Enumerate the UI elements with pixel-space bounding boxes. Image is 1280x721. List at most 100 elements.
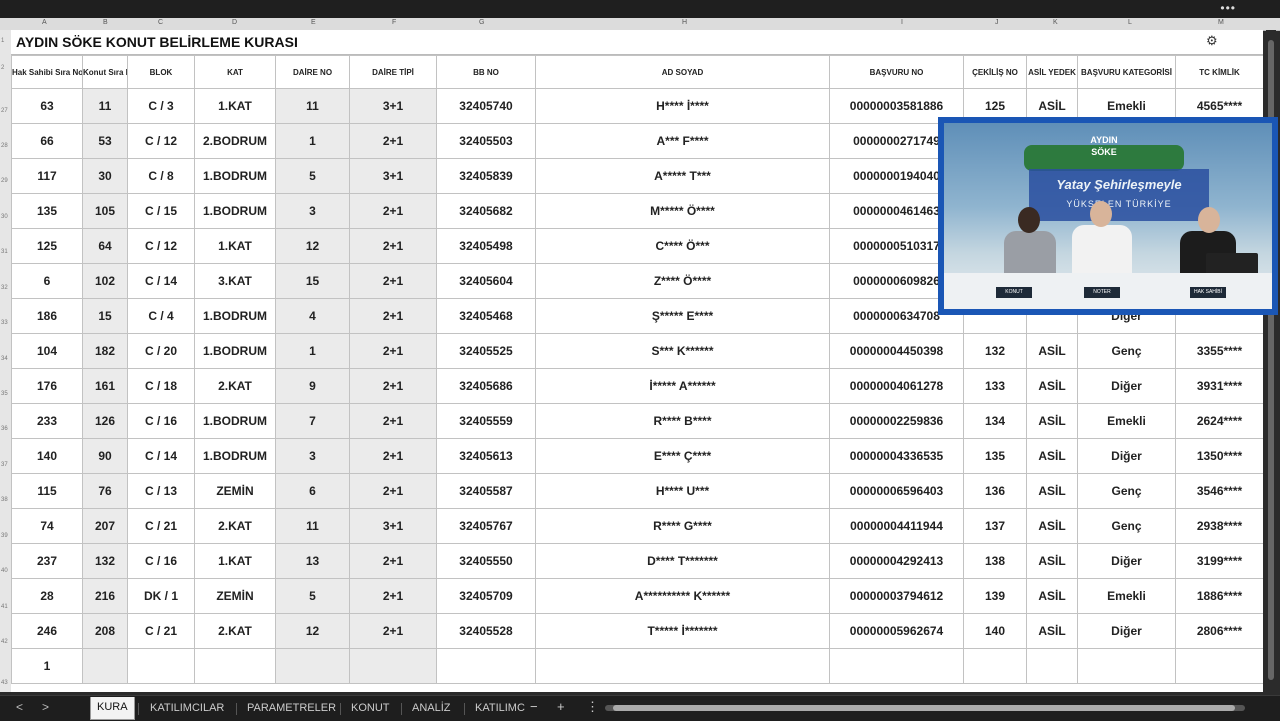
table-cell[interactable]: 1886**** [1175,578,1263,614]
table-cell[interactable]: 2+1 [349,368,437,404]
table-cell[interactable]: ZEMİN [194,473,276,509]
add-sheet-icon[interactable]: + [557,699,565,714]
table-cell[interactable]: 5 [275,158,350,194]
table-cell[interactable]: 2624**** [1175,403,1263,439]
table-cell[interactable]: C / 14 [127,438,195,474]
table-cell[interactable]: 207 [82,508,128,544]
column-header[interactable]: BAŞVURU NO [829,55,964,89]
table-cell[interactable] [436,648,536,684]
table-cell[interactable]: 2+1 [349,193,437,229]
table-cell[interactable]: 135 [11,193,83,229]
settings-gear-icon[interactable]: ⚙ [1206,33,1218,49]
table-cell[interactable]: 4 [275,298,350,334]
table-cell[interactable]: 136 [963,473,1027,509]
table-cell[interactable]: C / 13 [127,473,195,509]
table-cell[interactable]: S*** K****** [535,333,830,369]
table-cell[interactable]: 3+1 [349,508,437,544]
table-cell[interactable]: 2+1 [349,123,437,159]
table-cell[interactable]: C / 20 [127,333,195,369]
next-sheet-icon[interactable]: > [42,700,49,714]
table-cell[interactable]: 00000002259836 [829,403,964,439]
table-cell[interactable]: 1.KAT [194,543,276,579]
table-cell[interactable]: 105 [82,193,128,229]
table-cell[interactable]: H**** U*** [535,473,830,509]
table-cell[interactable]: 233 [11,403,83,439]
column-header[interactable]: BAŞVURU KATEGORİSİ [1077,55,1176,89]
table-cell[interactable]: 11 [275,88,350,124]
table-cell[interactable]: T***** İ******* [535,613,830,649]
table-cell[interactable]: 00000003794612 [829,578,964,614]
table-cell[interactable]: 00000004061278 [829,368,964,404]
table-cell[interactable]: 1.BODRUM [194,403,276,439]
table-cell[interactable]: Genç [1077,508,1176,544]
table-cell[interactable]: ASİL [1026,403,1078,439]
table-cell[interactable]: 237 [11,543,83,579]
table-cell[interactable]: C / 14 [127,263,195,299]
table-cell[interactable]: C / 18 [127,368,195,404]
table-cell[interactable]: 133 [963,368,1027,404]
table-cell[interactable]: C**** Ö*** [535,228,830,264]
column-header[interactable]: KAT [194,55,276,89]
row-number[interactable]: 35 [1,391,8,397]
column-header[interactable]: BB NO [436,55,536,89]
table-cell[interactable]: 32405468 [436,298,536,334]
table-cell[interactable]: ASİL [1026,543,1078,579]
table-cell[interactable]: 3355**** [1175,333,1263,369]
table-cell[interactable]: 115 [11,473,83,509]
column-header[interactable]: Konut Sıra No [82,55,128,89]
horizontal-scrollbar[interactable] [605,705,1245,711]
table-cell[interactable]: 1.KAT [194,228,276,264]
table-cell[interactable]: C / 4 [127,298,195,334]
table-cell[interactable]: 176 [11,368,83,404]
table-cell[interactable]: C / 15 [127,193,195,229]
table-cell[interactable]: 132 [963,333,1027,369]
table-cell[interactable]: 11 [275,508,350,544]
table-cell[interactable]: ASİL [1026,473,1078,509]
column-letter[interactable]: D [232,19,237,26]
table-cell[interactable]: 1.BODRUM [194,158,276,194]
table-cell[interactable]: Diğer [1077,613,1176,649]
collapse-tabs-icon[interactable]: − [530,699,538,714]
table-cell[interactable]: 1.BODRUM [194,438,276,474]
table-cell[interactable]: 3 [275,438,350,474]
table-cell[interactable]: 126 [82,403,128,439]
table-cell[interactable]: 139 [963,578,1027,614]
table-cell[interactable]: Emekli [1077,403,1176,439]
tab-katilimcilar[interactable]: KATILIMCILAR [150,702,224,714]
table-cell[interactable]: 216 [82,578,128,614]
table-cell[interactable]: M***** Ö**** [535,193,830,229]
row-number[interactable]: 42 [1,639,8,645]
table-cell[interactable]: 9 [275,368,350,404]
row-number[interactable]: 27 [1,108,8,114]
table-cell[interactable]: 2.BODRUM [194,123,276,159]
table-cell[interactable]: 208 [82,613,128,649]
table-cell[interactable]: 30 [82,158,128,194]
table-cell[interactable]: E**** Ç**** [535,438,830,474]
table-cell[interactable]: 32405839 [436,158,536,194]
table-cell[interactable] [194,648,276,684]
table-cell[interactable]: 5 [275,578,350,614]
more-options-icon[interactable]: ••• [1220,1,1236,15]
row-number[interactable]: 2 [1,65,4,71]
table-cell[interactable]: ASİL [1026,333,1078,369]
table-cell[interactable]: 74 [11,508,83,544]
table-cell[interactable]: 2+1 [349,613,437,649]
table-cell[interactable]: 117 [11,158,83,194]
table-cell[interactable]: 102 [82,263,128,299]
table-cell[interactable]: ASİL [1026,368,1078,404]
table-cell[interactable]: 3199**** [1175,543,1263,579]
table-cell[interactable]: Genç [1077,333,1176,369]
table-cell[interactable] [963,648,1027,684]
table-cell[interactable]: 134 [963,403,1027,439]
table-cell[interactable]: 2+1 [349,438,437,474]
table-cell[interactable]: 182 [82,333,128,369]
table-cell[interactable]: A*** F**** [535,123,830,159]
table-cell[interactable]: 32405525 [436,333,536,369]
table-cell[interactable]: 32405686 [436,368,536,404]
table-cell[interactable]: 2.KAT [194,368,276,404]
table-cell[interactable]: 13 [275,543,350,579]
table-cell[interactable] [82,648,128,684]
table-cell[interactable]: 3+1 [349,158,437,194]
tab-katilimc[interactable]: KATILIMC [475,702,525,714]
row-number[interactable]: 30 [1,214,8,220]
